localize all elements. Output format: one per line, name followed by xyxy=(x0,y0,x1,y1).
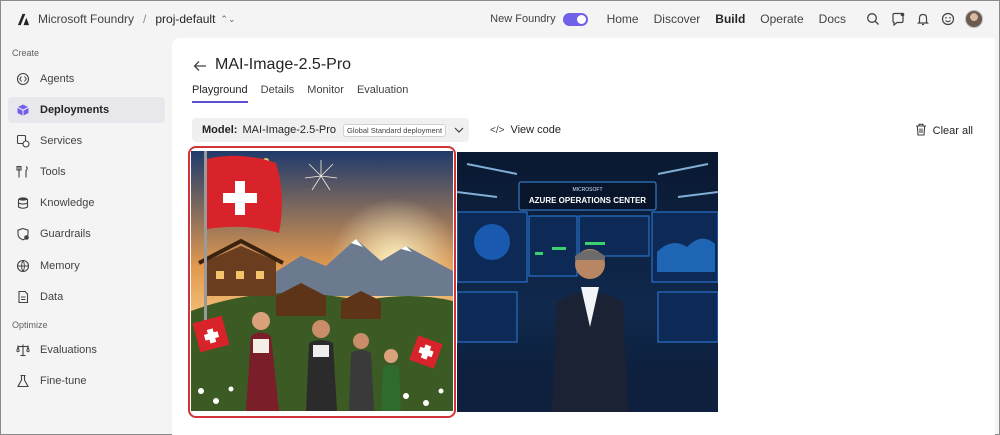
nav-home[interactable]: Home xyxy=(607,12,639,26)
breadcrumb-separator: / xyxy=(143,12,147,26)
fine-tune-icon xyxy=(16,374,30,388)
azure-operations-center-image: MICROSOFT AZURE OPERATIONS CENTER xyxy=(457,152,718,412)
main-panel: MAI-Image-2.5-Pro Playground Details Mon… xyxy=(172,38,995,435)
clear-all-label: Clear all xyxy=(932,125,973,137)
sidebar-item-fine-tune[interactable]: Fine-tune xyxy=(8,368,165,394)
foundry-logo-icon xyxy=(17,13,30,25)
sidebar-item-label: Knowledge xyxy=(40,197,95,209)
guardrails-icon xyxy=(16,227,30,241)
tab-bar: Playground Details Monitor Evaluation xyxy=(192,84,421,103)
chat-bubble-icon[interactable] xyxy=(890,12,905,27)
search-icon[interactable] xyxy=(865,12,880,27)
section-label-create: Create xyxy=(12,48,40,58)
tab-evaluation[interactable]: Evaluation xyxy=(357,84,408,103)
brand[interactable]: Microsoft Foundry xyxy=(16,12,134,27)
chevron-updown-icon: ⌃⌄ xyxy=(220,13,236,24)
model-label: Model: xyxy=(202,124,238,136)
sidebar-item-services[interactable]: Services xyxy=(8,128,165,154)
tab-details[interactable]: Details xyxy=(261,84,295,103)
project-selector[interactable]: proj-default ⌃⌄ xyxy=(155,12,235,26)
model-value: MAI-Image-2.5-Pro xyxy=(242,124,336,136)
bell-icon[interactable] xyxy=(915,12,930,27)
agents-icon xyxy=(16,72,30,86)
back-arrow-icon[interactable] xyxy=(193,59,207,73)
sidebar-item-label: Memory xyxy=(40,260,80,272)
nav-docs[interactable]: Docs xyxy=(819,12,846,26)
sidebar-item-knowledge[interactable]: Knowledge xyxy=(8,190,165,216)
nav-discover[interactable]: Discover xyxy=(654,12,701,26)
brand-name: Microsoft Foundry xyxy=(38,12,135,26)
sidebar: Create Agents Deployments Services Tools… xyxy=(0,38,172,435)
code-icon: </> xyxy=(490,124,505,136)
trash-icon xyxy=(915,123,927,139)
data-icon xyxy=(16,290,30,304)
new-foundry-label: New Foundry xyxy=(490,13,556,25)
view-code-button[interactable]: </> View code xyxy=(490,124,561,136)
sidebar-item-label: Data xyxy=(40,291,64,303)
project-name: proj-default xyxy=(155,12,216,26)
sidebar-item-evaluations[interactable]: Evaluations xyxy=(8,337,165,363)
sidebar-item-label: Tools xyxy=(40,166,66,178)
smiley-icon[interactable] xyxy=(940,12,955,27)
knowledge-icon xyxy=(16,196,30,210)
evaluations-icon xyxy=(16,343,30,357)
sidebar-item-label: Agents xyxy=(40,73,75,85)
avatar[interactable] xyxy=(965,10,983,28)
sidebar-item-label: Fine-tune xyxy=(40,375,87,387)
clear-all-button[interactable]: Clear all xyxy=(915,123,973,139)
deployments-icon xyxy=(16,103,30,117)
sidebar-item-memory[interactable]: Memory xyxy=(8,253,165,279)
view-code-label: View code xyxy=(510,124,562,136)
nav-build[interactable]: Build xyxy=(715,12,745,26)
sidebar-item-label: Services xyxy=(40,135,83,147)
sidebar-item-label: Guardrails xyxy=(40,228,91,240)
new-foundry-toggle[interactable] xyxy=(562,12,588,26)
sidebar-item-data[interactable]: Data xyxy=(8,284,165,310)
page-title: MAI-Image-2.5-Pro xyxy=(215,56,352,73)
chevron-down-icon xyxy=(454,125,464,136)
tab-playground[interactable]: Playground xyxy=(192,84,248,103)
tools-icon xyxy=(16,165,30,179)
services-icon xyxy=(16,134,30,148)
azure-banner-text: AZURE OPERATIONS CENTER xyxy=(529,196,646,205)
section-label-optimize: Optimize xyxy=(12,320,48,330)
sidebar-item-tools[interactable]: Tools xyxy=(8,159,165,185)
model-selector[interactable]: Model: MAI-Image-2.5-Pro Global Standard… xyxy=(192,118,469,142)
azure-logo-text: MICROSOFT xyxy=(573,187,603,193)
generated-image-azure[interactable]: MICROSOFT AZURE OPERATIONS CENTER xyxy=(457,152,718,412)
sidebar-item-deployments[interactable]: Deployments xyxy=(8,97,165,123)
sidebar-item-label: Deployments xyxy=(40,104,110,116)
top-bar: Microsoft Foundry / proj-default ⌃⌄ New … xyxy=(0,0,1000,38)
sidebar-item-label: Evaluations xyxy=(40,344,97,356)
nav-operate[interactable]: Operate xyxy=(760,12,803,26)
deployment-badge: Global Standard deployment xyxy=(342,123,447,137)
sidebar-item-agents[interactable]: Agents xyxy=(8,66,165,92)
selected-image-highlight xyxy=(188,146,456,418)
memory-icon xyxy=(16,259,30,273)
sidebar-item-guardrails[interactable]: Guardrails xyxy=(8,221,165,247)
tab-monitor[interactable]: Monitor xyxy=(307,84,344,103)
